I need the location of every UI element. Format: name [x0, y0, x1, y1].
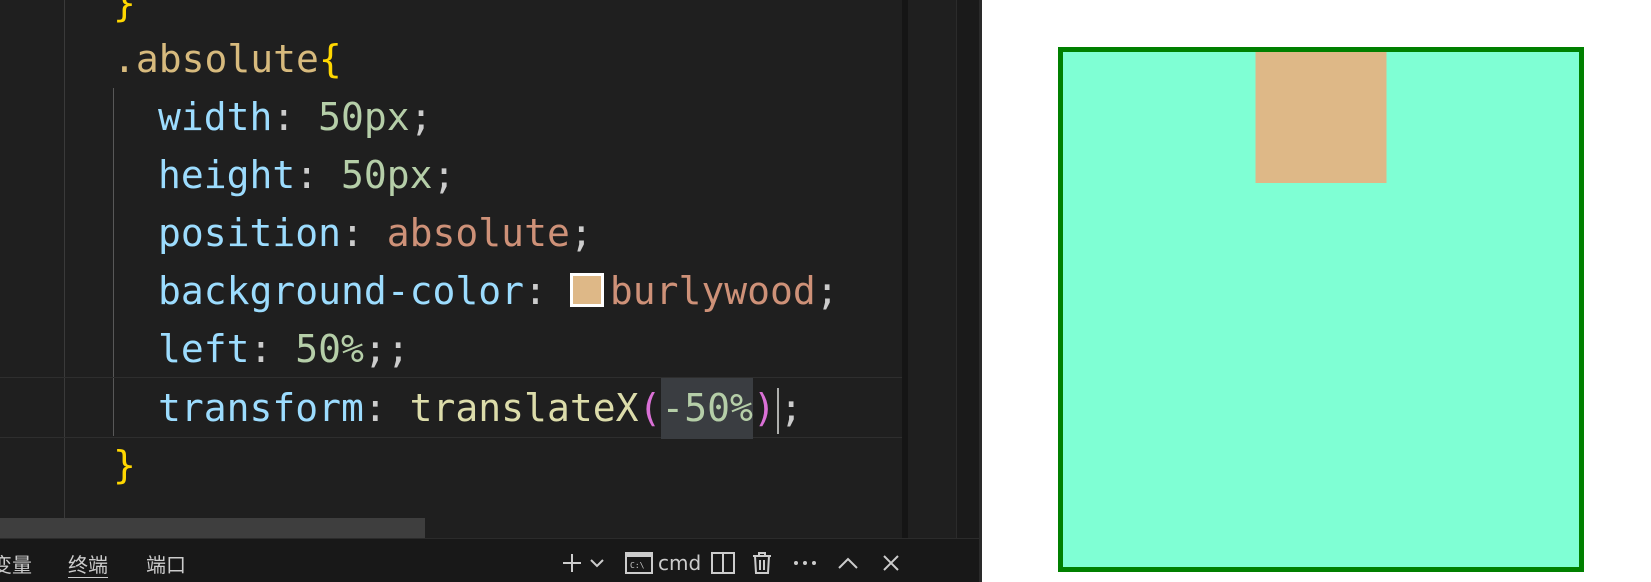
code-token: : [341, 211, 387, 255]
close-icon[interactable] [880, 547, 902, 579]
browser-preview [982, 0, 1651, 582]
cmd-terminal-icon[interactable]: C:\ [624, 547, 654, 579]
code-token: ; [815, 269, 839, 313]
code-token: { [318, 37, 342, 81]
code-token: ( [638, 386, 662, 430]
chevron-down-icon[interactable] [588, 547, 606, 579]
code-token: width [158, 95, 273, 139]
sticky-scroll-hint [0, 518, 425, 540]
more-icon[interactable] [792, 547, 818, 579]
maximize-panel-icon[interactable] [836, 547, 860, 579]
editor-scrollbar[interactable] [956, 0, 980, 540]
trash-icon[interactable] [750, 547, 774, 579]
code-token: : [249, 327, 296, 371]
code-token: -50% [661, 378, 753, 439]
svg-text:C:\: C:\ [630, 561, 645, 570]
code-line[interactable]: width: 50px; [0, 87, 905, 148]
code-line[interactable]: } [0, 435, 905, 496]
code-token: : [524, 269, 570, 313]
code-token: absolute [386, 211, 570, 255]
text-cursor [776, 387, 779, 434]
code-line[interactable]: background-color: burlywood; [0, 261, 905, 322]
code-token: ; [432, 153, 456, 197]
bottom-panel-bar: 变量 终端 端口 C:\ cmd [0, 538, 980, 582]
code-line[interactable]: height: 50px; [0, 145, 905, 206]
code-token: transform [158, 386, 364, 430]
code-token: ; [779, 386, 803, 430]
code-token: position [158, 211, 342, 255]
code-token: : [295, 153, 342, 197]
code-line[interactable]: .absolute{ [0, 29, 905, 90]
relative-container-box [1058, 47, 1584, 572]
absolute-burlywood-box [1255, 52, 1387, 183]
code-token: ;; [363, 327, 410, 371]
code-token: ; [569, 211, 593, 255]
code-token: height [158, 153, 296, 197]
code-token: ) [752, 386, 776, 430]
code-line[interactable]: transform: translateX(-50%); [0, 377, 905, 439]
code-token: .absolute [113, 37, 319, 81]
terminal-name[interactable]: cmd [658, 547, 701, 579]
code-editor[interactable]: } .absolute{width: 50px; height: 50px; posi… [0, 0, 980, 582]
code-token: 50% [295, 327, 364, 371]
code-token: background-color [158, 269, 525, 313]
code-token: translateX [409, 386, 639, 430]
code-token: : [363, 386, 410, 430]
tab-ports[interactable]: 端口 [146, 553, 186, 577]
color-swatch[interactable] [569, 272, 604, 307]
code-token: } [113, 443, 136, 487]
code-token: 50px [341, 153, 433, 197]
code-token: left [158, 327, 250, 371]
code-line[interactable]: position: absolute; [0, 203, 905, 264]
code-token: burlywood [609, 269, 816, 313]
tab-terminal[interactable]: 终端 [68, 553, 108, 578]
tab-variables[interactable]: 变量 [0, 553, 32, 577]
code-token: ; [409, 95, 433, 139]
split-terminal-icon[interactable] [710, 547, 736, 579]
code-token: 50px [318, 95, 410, 139]
code-token: : [272, 95, 319, 139]
code-line[interactable]: left: 50%;; [0, 319, 905, 380]
minimap-shadow [902, 0, 908, 540]
add-terminal-icon[interactable] [560, 547, 584, 579]
